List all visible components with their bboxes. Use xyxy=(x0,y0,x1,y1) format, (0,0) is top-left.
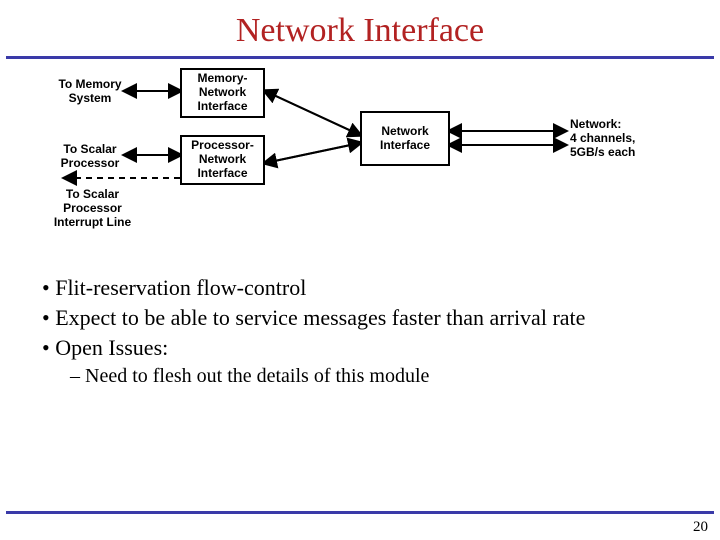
slide: Network Interface xyxy=(0,0,720,540)
box-memory-network-interface: Memory- Network Interface xyxy=(180,68,265,118)
footer-rule xyxy=(6,511,714,514)
page-title: Network Interface xyxy=(0,0,720,56)
bullet-item: Expect to be able to service messages fa… xyxy=(42,305,698,331)
label-to-scalar: To Scalar Processor xyxy=(50,143,130,171)
box-network-interface: Network Interface xyxy=(360,111,450,166)
page-number: 20 xyxy=(693,519,708,536)
label-network-info: Network: 4 channels, 5GB/s each xyxy=(570,118,660,159)
bullet-item: Open Issues: xyxy=(42,335,698,361)
label-to-irq: To Scalar Processor Interrupt Line xyxy=(50,188,135,229)
block-diagram: To Memory System To Scalar Processor To … xyxy=(10,63,710,263)
label-to-memory: To Memory System xyxy=(50,78,130,106)
subbullet-item: Need to flesh out the details of this mo… xyxy=(70,365,720,388)
box-processor-network-interface: Processor- Network Interface xyxy=(180,135,265,185)
title-rule xyxy=(6,56,714,59)
subbullet-list: Need to flesh out the details of this mo… xyxy=(70,365,720,388)
bullet-list: Flit-reservation flow-control Expect to … xyxy=(42,275,698,361)
bullet-item: Flit-reservation flow-control xyxy=(42,275,698,301)
